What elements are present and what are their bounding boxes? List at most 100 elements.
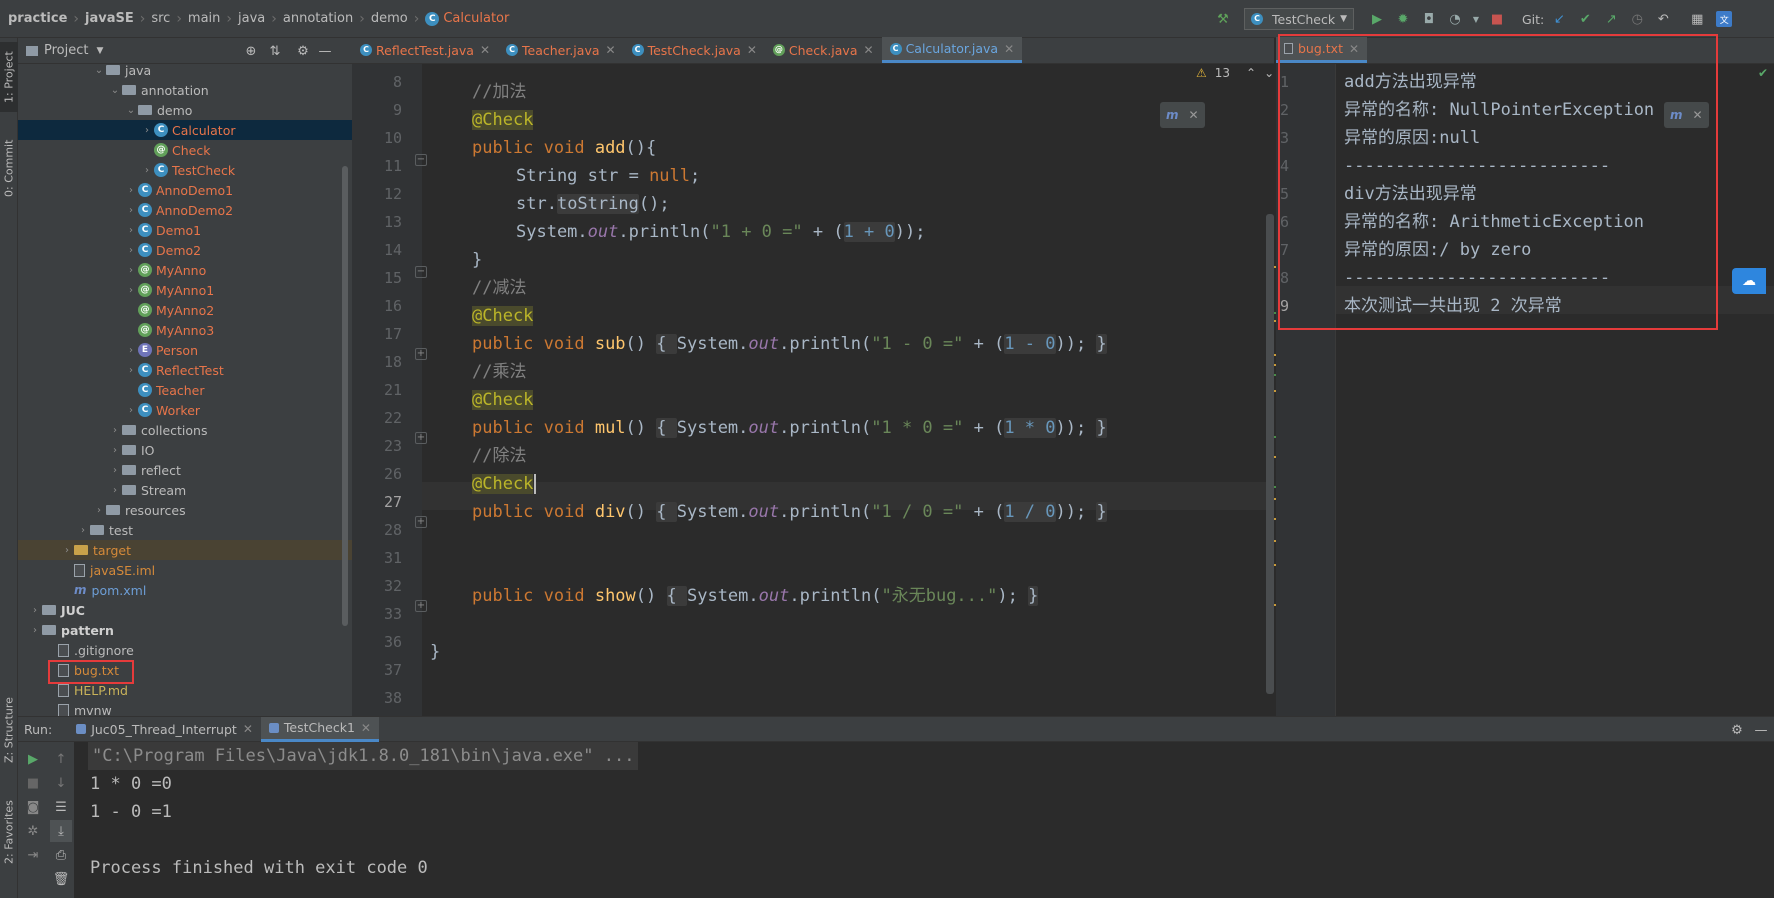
close-icon[interactable]: ✕ <box>1189 108 1199 122</box>
tree-item[interactable]: › @ MyAnno1 <box>18 280 352 300</box>
tree-item[interactable]: › C TestCheck <box>18 160 352 180</box>
tree-item[interactable]: › C ReflectTest <box>18 360 352 380</box>
editor-tab[interactable]: @ Check.java ✕ <box>765 37 882 63</box>
run-config-select[interactable]: C TestCheck ▼ <box>1244 8 1354 30</box>
run-tab-juc05[interactable]: Juc05_Thread_Interrupt ✕ <box>68 717 261 742</box>
editor-tab[interactable]: C ReflectTest.java ✕ <box>352 37 498 63</box>
exit-icon[interactable]: ⇥ <box>22 844 44 866</box>
chevron-right-icon[interactable]: › <box>124 365 138 376</box>
breadcrumb-main[interactable]: main <box>188 11 220 26</box>
soft-wrap-icon[interactable]: ☰ <box>50 796 72 818</box>
tree-item[interactable]: › @ MyAnno <box>18 260 352 280</box>
close-icon[interactable]: ✕ <box>480 43 490 57</box>
chevron-up-icon[interactable]: ⌃ <box>1246 66 1256 80</box>
tree-item[interactable]: › C Demo2 <box>18 240 352 260</box>
tool-tab-structure[interactable]: Z: Structure <box>0 690 18 770</box>
git-rollback-icon[interactable]: ↶ <box>1652 8 1674 30</box>
tool-tab-commit[interactable]: 0: Commit <box>0 130 18 206</box>
chevron-right-icon[interactable]: › <box>124 345 138 356</box>
fold-marker-icon[interactable]: − <box>415 154 427 166</box>
tree-item[interactable]: m pom.xml <box>18 580 352 600</box>
print-icon[interactable]: ⎙ <box>50 844 72 866</box>
tree-item[interactable]: › C Calculator <box>18 120 352 140</box>
trash-icon[interactable]: 🗑 <box>50 868 72 890</box>
tree-item[interactable]: › E Person <box>18 340 352 360</box>
breadcrumb-src[interactable]: src <box>151 11 170 26</box>
camera-dump-icon[interactable]: ◙ <box>22 796 44 818</box>
close-icon[interactable]: ✕ <box>361 721 371 735</box>
arrow-up-icon[interactable]: ↑ <box>50 748 72 770</box>
maven-reload-popup[interactable]: m ✕ <box>1160 102 1205 128</box>
tree-item[interactable]: .gitignore <box>18 640 352 660</box>
run-icon[interactable]: ▶ <box>1366 8 1388 30</box>
tree-item[interactable]: ⌄ java <box>18 64 352 80</box>
tree-item[interactable]: › resources <box>18 500 352 520</box>
debug-bug-icon[interactable]: ✹ <box>1392 8 1414 30</box>
git-push-icon[interactable]: ↗ <box>1600 8 1622 30</box>
settings-icon[interactable]: ✲ <box>22 820 44 842</box>
tree-item[interactable]: ⌄ annotation <box>18 80 352 100</box>
tree-item[interactable]: › reflect <box>18 460 352 480</box>
translate-icon[interactable]: 文 <box>1716 11 1733 27</box>
chevron-right-icon[interactable]: › <box>124 205 138 216</box>
rerun-icon[interactable]: ▶ <box>22 748 44 770</box>
editor-error-stripe[interactable] <box>1266 64 1276 716</box>
chevron-down-icon[interactable]: ▼ <box>96 46 103 56</box>
chevron-down-icon[interactable]: ⌄ <box>124 105 138 116</box>
tree-item[interactable]: ⌄ demo <box>18 100 352 120</box>
chevron-right-icon[interactable]: › <box>108 485 122 496</box>
tool-tab-project[interactable]: 1: Project <box>0 42 18 112</box>
chevron-right-icon[interactable]: › <box>124 225 138 236</box>
chevron-right-icon[interactable]: › <box>108 445 122 456</box>
chevron-down-icon[interactable]: ⌄ <box>92 65 106 76</box>
project-structure-icon[interactable]: ▦ <box>1686 8 1708 30</box>
close-icon[interactable]: ✕ <box>747 43 757 57</box>
close-icon[interactable]: ✕ <box>243 722 253 736</box>
chevron-right-icon[interactable]: › <box>76 525 90 536</box>
breadcrumb-java[interactable]: java <box>238 11 265 26</box>
maven-reload-icon[interactable]: m <box>1166 108 1179 122</box>
git-history-icon[interactable]: ◷ <box>1626 8 1648 30</box>
stop-icon[interactable]: ■ <box>1486 8 1508 30</box>
cloud-sync-icon[interactable]: ☁ <box>1732 268 1766 294</box>
chevron-right-icon[interactable]: › <box>60 545 74 556</box>
close-icon[interactable]: ✕ <box>606 43 616 57</box>
tree-item[interactable]: javaSE.iml <box>18 560 352 580</box>
minimize-icon[interactable]: — <box>1750 719 1772 741</box>
editor-tab[interactable]: C TestCheck.java ✕ <box>624 37 765 63</box>
fold-marker-icon[interactable]: − <box>415 266 427 278</box>
tree-item[interactable]: › C AnnoDemo2 <box>18 200 352 220</box>
project-panel-title[interactable]: Project <box>44 43 88 58</box>
tree-item[interactable]: › pattern <box>18 620 352 640</box>
breadcrumb-demo[interactable]: demo <box>371 11 408 26</box>
breadcrumb-calculator[interactable]: Calculator <box>443 11 509 26</box>
fold-marker-icon[interactable]: + <box>415 516 427 528</box>
tree-scrollbar[interactable] <box>342 166 348 626</box>
chevron-right-icon[interactable]: › <box>124 245 138 256</box>
scroll-to-end-icon[interactable]: ⤓ <box>50 820 72 842</box>
profile-icon[interactable]: ◔ <box>1444 8 1466 30</box>
chevron-right-icon[interactable]: › <box>124 185 138 196</box>
tree-item[interactable]: › Stream <box>18 480 352 500</box>
tree-item[interactable]: @ Check <box>18 140 352 160</box>
chevron-right-icon[interactable]: › <box>124 405 138 416</box>
chevron-right-icon[interactable]: › <box>140 165 154 176</box>
tree-item[interactable]: C Teacher <box>18 380 352 400</box>
run-tab-testcheck1[interactable]: TestCheck1 ✕ <box>260 716 379 742</box>
git-update-icon[interactable]: ↙ <box>1548 8 1570 30</box>
tree-item[interactable]: @ MyAnno2 <box>18 300 352 320</box>
minimize-icon[interactable]: — <box>314 40 336 62</box>
chevron-right-icon[interactable]: › <box>140 125 154 136</box>
close-icon[interactable]: ✕ <box>864 43 874 57</box>
chevron-right-icon[interactable]: › <box>28 625 42 636</box>
build-hammer-icon[interactable]: ⚒ <box>1212 8 1234 30</box>
chevron-right-icon[interactable]: › <box>108 425 122 436</box>
tree-item[interactable]: › collections <box>18 420 352 440</box>
fold-marker-icon[interactable]: + <box>415 432 427 444</box>
breadcrumb-javase[interactable]: javaSE <box>85 11 134 26</box>
inspection-widget[interactable]: ⚠ 13 ⌃ ⌄ <box>1196 66 1274 80</box>
tree-item[interactable]: @ MyAnno3 <box>18 320 352 340</box>
close-icon[interactable]: ✕ <box>1004 42 1014 56</box>
collapse-all-icon[interactable]: ⇅ <box>264 40 286 62</box>
coverage-icon[interactable]: ◘ <box>1418 8 1440 30</box>
